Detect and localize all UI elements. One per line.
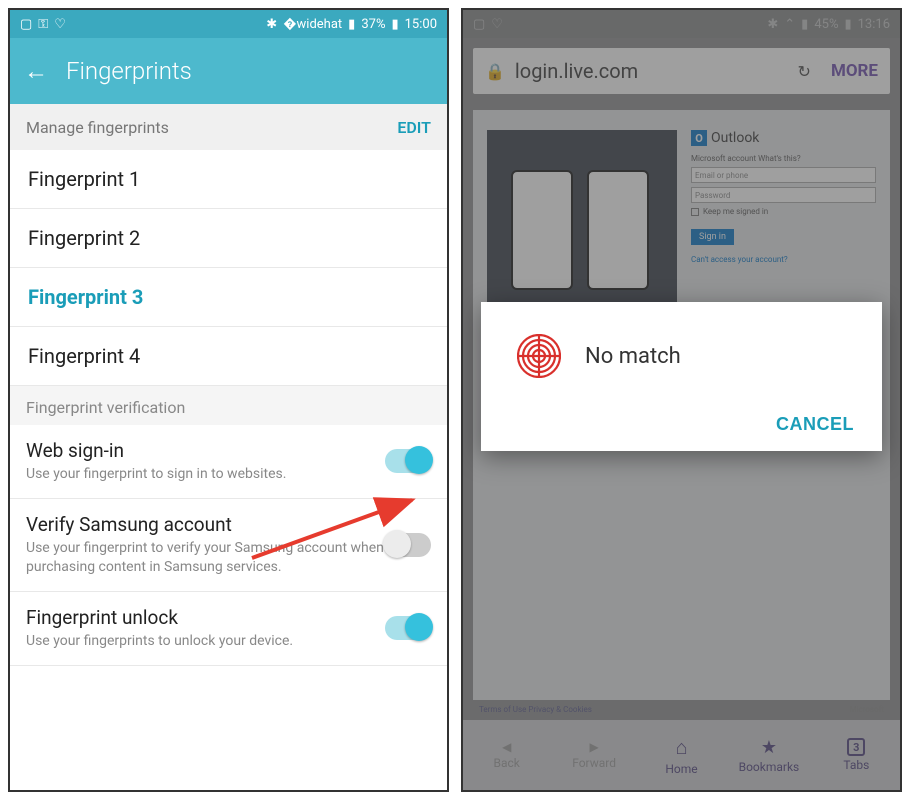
back-arrow-icon[interactable]: ←	[24, 57, 48, 86]
image-icon: ▢	[20, 17, 32, 32]
browser-screen: ▢ ♡ ✱ ⌃ ▮ 45% ▮ 13:16 🔒 login.live.com ↻…	[461, 8, 902, 792]
fingerprint-item-4[interactable]: Fingerprint 4	[10, 327, 447, 386]
fingerprint-item-1[interactable]: Fingerprint 1	[10, 150, 447, 209]
verify-samsung-toggle[interactable]	[385, 533, 431, 557]
key-icon: ⚿	[38, 17, 48, 32]
fingerprint-item-3[interactable]: Fingerprint 3	[10, 268, 447, 327]
web-signin-desc: Use your fingerprint to sign in to websi…	[26, 465, 385, 484]
web-signin-title: Web sign-in	[26, 439, 385, 462]
status-bar: ▢ ⚿ ♡ ✱ �widehat ▮ 37% ▮ 15:00	[10, 10, 447, 38]
clock-text: 15:00	[405, 17, 437, 32]
web-signin-toggle[interactable]	[385, 449, 431, 473]
bluetooth-icon: ✱	[266, 17, 277, 32]
edit-button[interactable]: EDIT	[397, 118, 431, 137]
verification-section-header: Fingerprint verification	[10, 386, 447, 425]
dialog-message: No match	[585, 344, 681, 369]
manage-section-header: Manage fingerprints EDIT	[10, 104, 447, 150]
wifi-icon: �widehat	[283, 17, 342, 32]
web-signin-setting[interactable]: Web sign-in Use your fingerprint to sign…	[10, 425, 447, 499]
fingerprint-unlock-toggle[interactable]	[385, 616, 431, 640]
page-title: Fingerprints	[66, 57, 192, 85]
fingerprint-unlock-setting[interactable]: Fingerprint unlock Use your fingerprints…	[10, 592, 447, 666]
shield-icon: ♡	[54, 17, 66, 32]
fingerprints-settings-screen: ▢ ⚿ ♡ ✱ �widehat ▮ 37% ▮ 15:00 ← Fingerp…	[8, 8, 449, 792]
battery-text: 37%	[361, 17, 385, 32]
app-header: ← Fingerprints	[10, 38, 447, 104]
unlock-desc: Use your fingerprints to unlock your dev…	[26, 632, 385, 651]
fingerprint-item-2[interactable]: Fingerprint 2	[10, 209, 447, 268]
fingerprint-icon	[517, 334, 561, 378]
verify-samsung-desc: Use your fingerprint to verify your Sams…	[26, 539, 385, 577]
battery-icon: ▮	[391, 17, 398, 32]
cancel-button[interactable]: CANCEL	[776, 414, 854, 435]
signal-icon: ▮	[348, 17, 355, 32]
manage-label: Manage fingerprints	[26, 118, 169, 137]
verify-samsung-title: Verify Samsung account	[26, 513, 385, 536]
verify-samsung-setting[interactable]: Verify Samsung account Use your fingerpr…	[10, 499, 447, 592]
fingerprint-dialog: No match CANCEL	[481, 302, 882, 451]
unlock-title: Fingerprint unlock	[26, 606, 385, 629]
